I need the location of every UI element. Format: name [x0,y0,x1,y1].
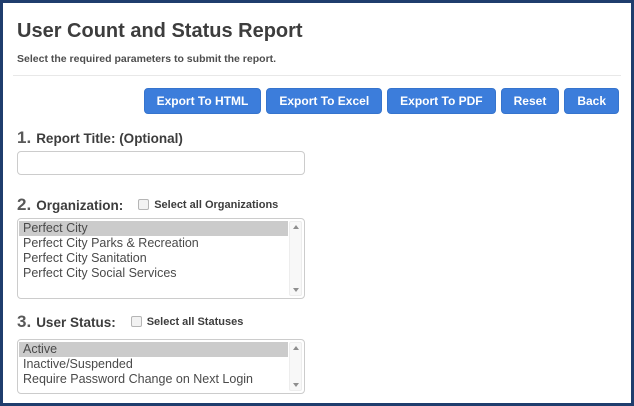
export-pdf-button[interactable]: Export To PDF [387,88,496,114]
listbox-option[interactable]: Active [19,342,288,357]
report-title-header: 1. Report Title: (Optional) [17,128,619,148]
reset-button[interactable]: Reset [500,88,560,114]
section-number-2: 2. [17,195,32,214]
section-number-3: 3. [17,312,32,331]
scroll-down-arrow-icon[interactable] [292,288,299,292]
select-all-statuses-checkbox[interactable] [130,316,142,327]
listbox-option[interactable]: Perfect City Social Services [19,266,288,281]
report-title-input[interactable] [17,151,305,175]
select-all-statuses: Select all Statuses [130,315,244,328]
select-all-statuses-label: Select all Statuses [146,315,244,328]
section-user-status: 3. User Status: Select all Statuses Acti… [17,312,619,394]
user-status-label: User Status: [36,315,116,330]
page-title: User Count and Status Report [17,20,303,42]
export-toolbar: Export To HTML Export To Excel Export To… [17,88,619,114]
scroll-up-arrow-icon[interactable] [292,225,299,229]
listbox-option[interactable]: Perfect City Sanitation [19,251,288,266]
export-excel-button[interactable]: Export To Excel [266,88,383,114]
section-number-1: 1. [17,128,32,147]
select-all-organizations-label: Select all Organizations [154,198,279,211]
listbox-option[interactable]: Inactive/Suspended [19,357,288,372]
user-status-options: Active Inactive/Suspended Require Passwo… [19,342,288,391]
listbox-option[interactable]: Perfect City [19,221,288,236]
organization-label: Organization: [36,198,124,213]
listbox-option[interactable]: Require Password Change on Next Login [19,372,288,387]
listbox-option[interactable]: Perfect City Parks & Recreation [19,236,288,251]
page-subtitle: Select the required parameters to submit… [17,53,277,65]
select-all-organizations: Select all Organizations [138,199,278,211]
select-all-organizations-checkbox[interactable] [138,199,150,210]
section-report-title: 1. Report Title: (Optional) [17,128,619,175]
report-title-label: Report Title: (Optional) [36,131,183,146]
report-panel: User Count and Status Report Select the … [0,0,634,406]
organization-header: 2. Organization: Select all Organization… [17,195,619,215]
header-divider [13,75,621,76]
organization-scrollbar[interactable] [289,221,302,296]
scroll-down-arrow-icon[interactable] [292,383,299,387]
back-button[interactable]: Back [564,88,619,114]
scroll-up-arrow-icon[interactable] [292,346,299,350]
organization-listbox[interactable]: Perfect City Perfect City Parks & Recrea… [17,218,305,299]
user-status-scrollbar[interactable] [289,342,302,391]
user-status-header: 3. User Status: Select all Statuses [17,312,619,332]
user-status-listbox[interactable]: Active Inactive/Suspended Require Passwo… [17,339,305,394]
section-organization: 2. Organization: Select all Organization… [17,195,619,299]
export-html-button[interactable]: Export To HTML [143,88,262,114]
organization-options: Perfect City Perfect City Parks & Recrea… [19,221,288,296]
